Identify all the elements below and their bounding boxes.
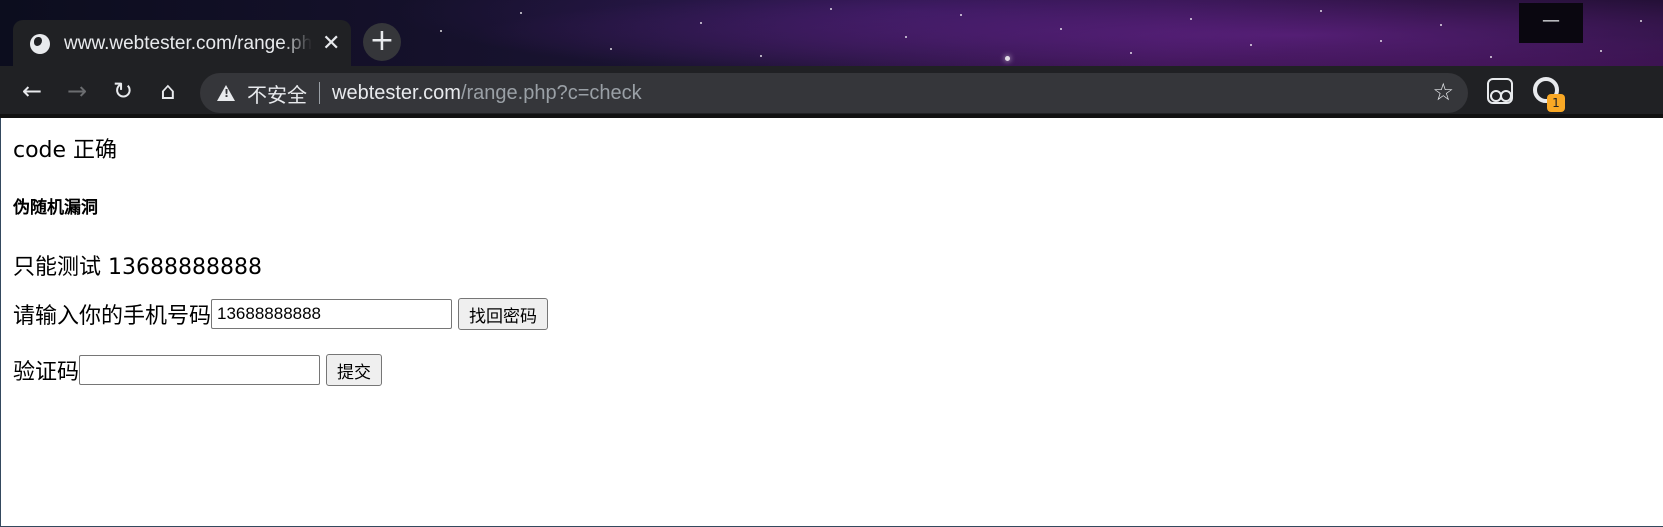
phone-form-row: 请输入你的手机号码 找回密码: [13, 298, 549, 330]
code-label: 验证码: [13, 360, 80, 385]
phone-label: 请输入你的手机号码: [13, 304, 212, 329]
code-form-row: 验证码 提交: [13, 354, 383, 386]
address-separator: [319, 82, 320, 104]
globe-icon: [30, 33, 50, 54]
browser-chrome: www.webtester.com/range.php?c=check ✕ + …: [0, 0, 1663, 118]
new-tab-button[interactable]: +: [363, 23, 401, 61]
tab-title: www.webtester.com/range.php?c=check: [64, 32, 312, 54]
minimize-button[interactable]: —: [1519, 3, 1583, 43]
warning-icon: [217, 85, 235, 101]
bookmark-star-icon[interactable]: ☆: [1432, 78, 1454, 106]
security-label[interactable]: 不安全: [247, 79, 307, 108]
recover-password-button[interactable]: 找回密码: [458, 298, 549, 330]
phone-input[interactable]: [211, 299, 453, 329]
forward-arrow-icon[interactable]: →: [62, 76, 92, 106]
status-message: code 正确: [13, 138, 118, 163]
url-host: webtester.com: [332, 81, 461, 104]
browser-toolbar: ← → ↻ ⌂ 不安全 webtester.com /range.php?c=c…: [0, 66, 1663, 118]
close-tab-icon[interactable]: ✕: [322, 31, 340, 56]
active-tab[interactable]: www.webtester.com/range.php?c=check ✕: [13, 20, 351, 67]
extension-icon[interactable]: [1487, 78, 1513, 104]
verification-code-input[interactable]: [79, 355, 321, 385]
url-path: /range.php?c=check: [460, 81, 642, 104]
address-bar[interactable]: 不安全 webtester.com /range.php?c=check ☆: [200, 73, 1468, 113]
submit-button[interactable]: 提交: [326, 354, 383, 386]
reload-icon[interactable]: ↻: [108, 76, 138, 106]
home-icon[interactable]: ⌂: [153, 76, 183, 106]
test-hint: 只能测试 13688888888: [13, 255, 262, 280]
extension-badge: 1: [1547, 94, 1565, 112]
page-heading: 伪随机漏洞: [13, 198, 98, 218]
page-content: code 正确 伪随机漏洞 只能测试 13688888888 请输入你的手机号码…: [0, 118, 1663, 527]
back-arrow-icon[interactable]: ←: [17, 76, 47, 106]
